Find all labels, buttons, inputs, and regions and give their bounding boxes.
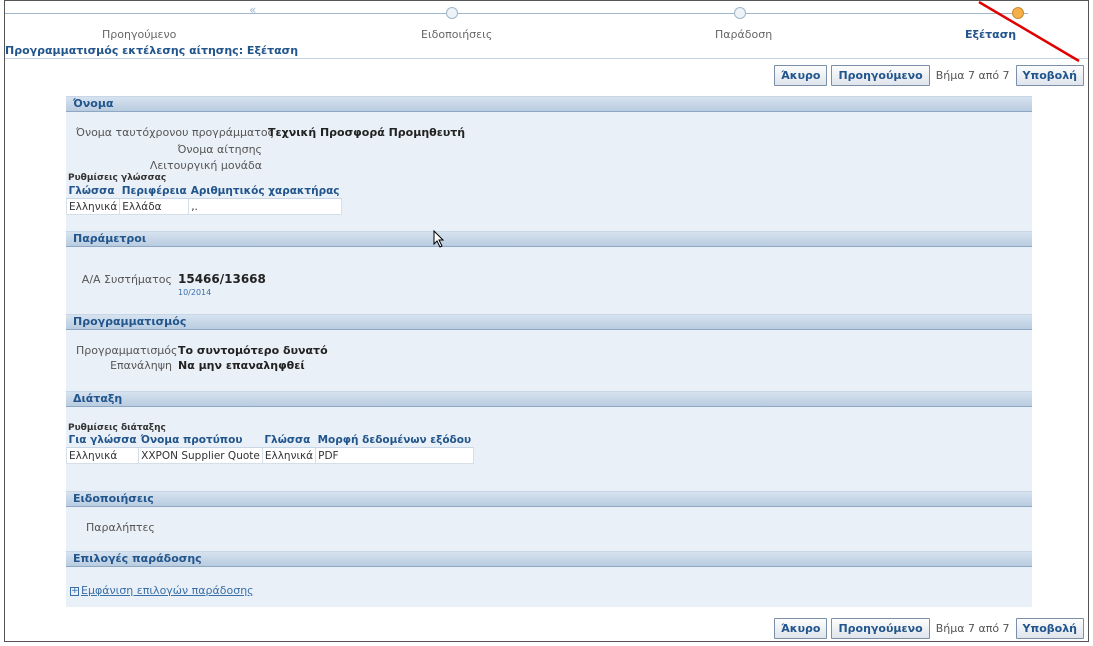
section-name: Όνομα xyxy=(66,96,1032,112)
column-header: Για γλώσσα xyxy=(66,433,139,448)
field-program-name: Όνομα ταυτόχρονου προγράμματοςΤεχνική Πρ… xyxy=(76,126,465,139)
train-step-previous[interactable]: Προηγούμενο xyxy=(102,28,176,41)
back-button[interactable]: Προηγούμενο xyxy=(831,618,930,639)
section-header: Επιλογές παράδοσης xyxy=(66,551,1032,567)
layout-table: Για γλώσσα Όνομα προτύπου Γλώσσα Μορφή δ… xyxy=(65,433,474,464)
section-parameters: Παράμετροι xyxy=(66,231,1032,247)
field-label: Προγραμματισμός xyxy=(76,344,178,357)
table-cell: PDF xyxy=(315,447,474,464)
field-label: Λειτουργική μονάδα xyxy=(149,159,262,172)
field-label: Επανάληψη xyxy=(110,359,172,372)
back-button[interactable]: Προηγούμενο xyxy=(831,65,930,86)
title-divider xyxy=(5,58,1088,59)
column-header: Περιφέρεια xyxy=(119,184,189,199)
layout-settings-label: Ρυθμίσεις διάταξης xyxy=(68,423,166,433)
recipients-label: Παραλήπτες xyxy=(86,521,155,534)
train-step-delivery[interactable]: Παράδοση xyxy=(715,28,772,41)
column-header: Μορφή δεδομένων εξόδου xyxy=(315,433,474,448)
table-row: Ελληνικά XXPON Supplier Quote Ελληνικά P… xyxy=(65,447,474,464)
table-cell: ,. xyxy=(188,198,343,215)
section-header: Παράμετροι xyxy=(66,231,1032,247)
language-table: Γλώσσα Περιφέρεια Αριθμητικός χαρακτήρας… xyxy=(65,184,343,215)
page-frame: « Προηγούμενο Ειδοποιήσεις Παράδοση Εξέτ… xyxy=(4,0,1089,642)
column-header: Αριθμητικός χαρακτήρας xyxy=(188,184,342,199)
show-delivery-options-label[interactable]: Εμφάνιση επιλογών παράδοσης xyxy=(81,584,254,597)
expand-plus-icon[interactable]: + xyxy=(70,586,79,596)
annotation-arrow-icon xyxy=(978,1,1080,63)
field-request-name: Όνομα αίτησης xyxy=(76,143,268,156)
submit-button[interactable]: Υποβολή xyxy=(1015,65,1084,86)
review-content: Όνομα Όνομα ταυτόχρονου προγράμματοςΤεχν… xyxy=(65,96,1032,607)
field-label: Α/Α Συστήματος xyxy=(81,273,172,286)
field-system-id: Α/Α Συστήματος 15466/13668 xyxy=(76,272,266,286)
field-schedule: ΠρογραμματισμόςΤο συντομότερο δυνατό xyxy=(76,344,328,357)
bottom-button-bar: Άκυρο Προηγούμενο Βήμα 7 από 7 Υποβολή xyxy=(774,618,1084,639)
train-step-dot[interactable] xyxy=(446,7,458,19)
page-title: Προγραμματισμός εκτέλεσης αίτησης: Εξέτα… xyxy=(5,44,299,57)
rewind-icon[interactable]: « xyxy=(249,3,256,17)
field-value: Τεχνική Προσφορά Προμηθευτή xyxy=(268,126,466,139)
table-cell: XXPON Supplier Quote xyxy=(138,447,263,464)
section-header: Προγραμματισμός xyxy=(66,314,1032,330)
section-layout: Διάταξη xyxy=(66,391,1032,407)
cancel-button[interactable]: Άκυρο xyxy=(774,65,828,86)
train-line xyxy=(5,13,260,14)
cancel-button[interactable]: Άκυρο xyxy=(774,618,828,639)
parameter-subvalue: 10/2014 xyxy=(178,288,212,297)
field-label: Όνομα ταυτόχρονου προγράμματος xyxy=(76,126,275,139)
table-cell: Ελληνικά xyxy=(261,447,317,464)
train-step-dot[interactable] xyxy=(734,7,746,19)
field-value: Να μην επαναληφθεί xyxy=(178,359,305,372)
column-header: Γλώσσα xyxy=(262,433,316,448)
submit-button[interactable]: Υποβολή xyxy=(1015,618,1084,639)
section-header: Διάταξη xyxy=(66,391,1032,407)
section-header: Όνομα xyxy=(66,96,1032,112)
section-notifications: Ειδοποιήσεις xyxy=(66,491,1032,507)
section-delivery: Επιλογές παράδοσης xyxy=(66,551,1032,567)
mouse-cursor-icon xyxy=(433,230,445,248)
table-cell: Ελλάδα xyxy=(119,198,190,215)
column-header: Γλώσσα xyxy=(66,184,120,199)
lang-settings-label: Ρυθμίσεις γλώσσας xyxy=(68,173,167,183)
section-header: Ειδοποιήσεις xyxy=(66,491,1032,507)
table-row: Ελληνικά Ελλάδα ,. xyxy=(65,198,343,215)
show-delivery-options-link[interactable]: + Εμφάνιση επιλογών παράδοσης xyxy=(70,584,254,597)
table-cell: Ελληνικά xyxy=(65,447,140,464)
process-train: « Προηγούμενο Ειδοποιήσεις Παράδοση Εξέτ… xyxy=(5,1,1088,45)
train-line xyxy=(260,13,1028,14)
top-button-bar: Άκυρο Προηγούμενο Βήμα 7 από 7 Υποβολή xyxy=(774,65,1084,86)
field-operating-unit: Λειτουργική μονάδα xyxy=(76,159,268,172)
table-cell: Ελληνικά xyxy=(65,198,121,215)
field-value: Το συντομότερο δυνατό xyxy=(178,344,328,357)
step-indicator: Βήμα 7 από 7 xyxy=(935,622,1010,635)
field-repeat: Επανάληψη Να μην επαναληφθεί xyxy=(76,359,305,372)
field-value: 15466/13668 xyxy=(178,272,266,286)
step-indicator: Βήμα 7 από 7 xyxy=(935,69,1010,82)
train-step-notifications[interactable]: Ειδοποιήσεις xyxy=(421,28,492,41)
column-header: Όνομα προτύπου xyxy=(138,433,263,448)
field-label: Όνομα αίτησης xyxy=(177,143,262,156)
section-schedule: Προγραμματισμός xyxy=(66,314,1032,330)
